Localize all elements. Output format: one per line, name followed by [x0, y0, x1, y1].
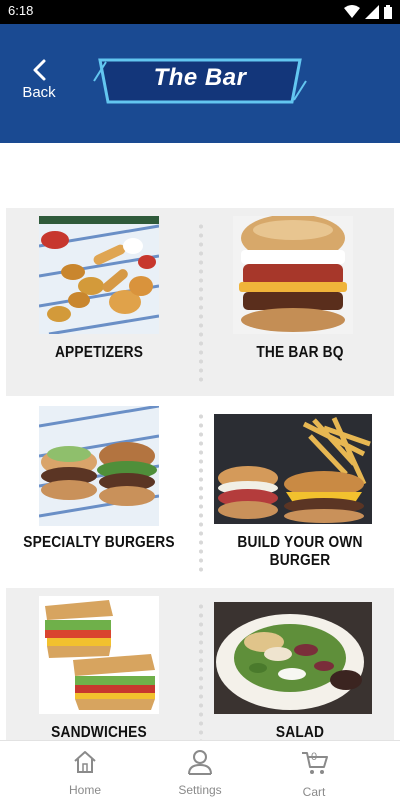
tab-home[interactable]: Home	[30, 741, 140, 801]
category-specialty-burgers[interactable]: SPECIALTY BURGERS	[6, 398, 192, 586]
the-bar-bq-image	[233, 216, 353, 334]
app-header: Back The Bar	[0, 24, 400, 143]
user-icon	[188, 750, 212, 775]
status-time: 6:18	[8, 3, 34, 18]
tab-cart[interactable]: 0 Cart	[259, 741, 369, 801]
wifi-icon	[344, 5, 360, 18]
tab-cart-label: Cart	[302, 785, 326, 799]
home-icon	[74, 751, 96, 773]
specialty-burgers-image	[39, 406, 159, 526]
category-the-bar-bq[interactable]: THE BAR BQ	[206, 208, 394, 396]
category-row: SPECIALTY BURGERS BUILD YOUR OWN BURGER	[6, 398, 394, 586]
tab-home-label: Home	[68, 783, 101, 797]
build-your-own-burger-image	[214, 414, 372, 524]
tab-settings-label: Settings	[178, 783, 222, 797]
category-appetizers[interactable]: APPETIZERS	[6, 208, 192, 396]
category-row: APPETIZERS THE BAR BQ	[6, 208, 394, 396]
category-label: APPETIZERS	[54, 344, 144, 361]
status-icons	[344, 5, 392, 19]
grid-divider	[199, 222, 203, 384]
salad-image	[214, 602, 372, 714]
status-bar: 6:18	[0, 0, 400, 24]
category-label: THE BAR BQ	[256, 344, 344, 361]
cart-count-badge: 0	[311, 751, 318, 763]
brand-logo: The Bar	[92, 56, 308, 106]
grid-divider	[199, 412, 203, 574]
appetizers-image	[39, 216, 159, 334]
category-label: SPECIALTY BURGERS	[23, 534, 175, 551]
back-label: Back	[22, 84, 56, 101]
category-label: BUILD YOUR OWN BURGER	[237, 534, 363, 569]
logo-text: The Bar	[153, 64, 247, 91]
tab-settings[interactable]: Settings	[145, 741, 255, 801]
signal-icon	[365, 5, 379, 19]
back-button[interactable]: Back	[14, 58, 64, 108]
category-build-your-own-burger[interactable]: BUILD YOUR OWN BURGER	[206, 398, 394, 586]
chevron-left-icon	[33, 59, 46, 81]
battery-icon	[384, 5, 392, 19]
sandwiches-image	[39, 596, 159, 714]
bottom-tab-bar: Home Settings 0 Cart	[0, 740, 400, 800]
